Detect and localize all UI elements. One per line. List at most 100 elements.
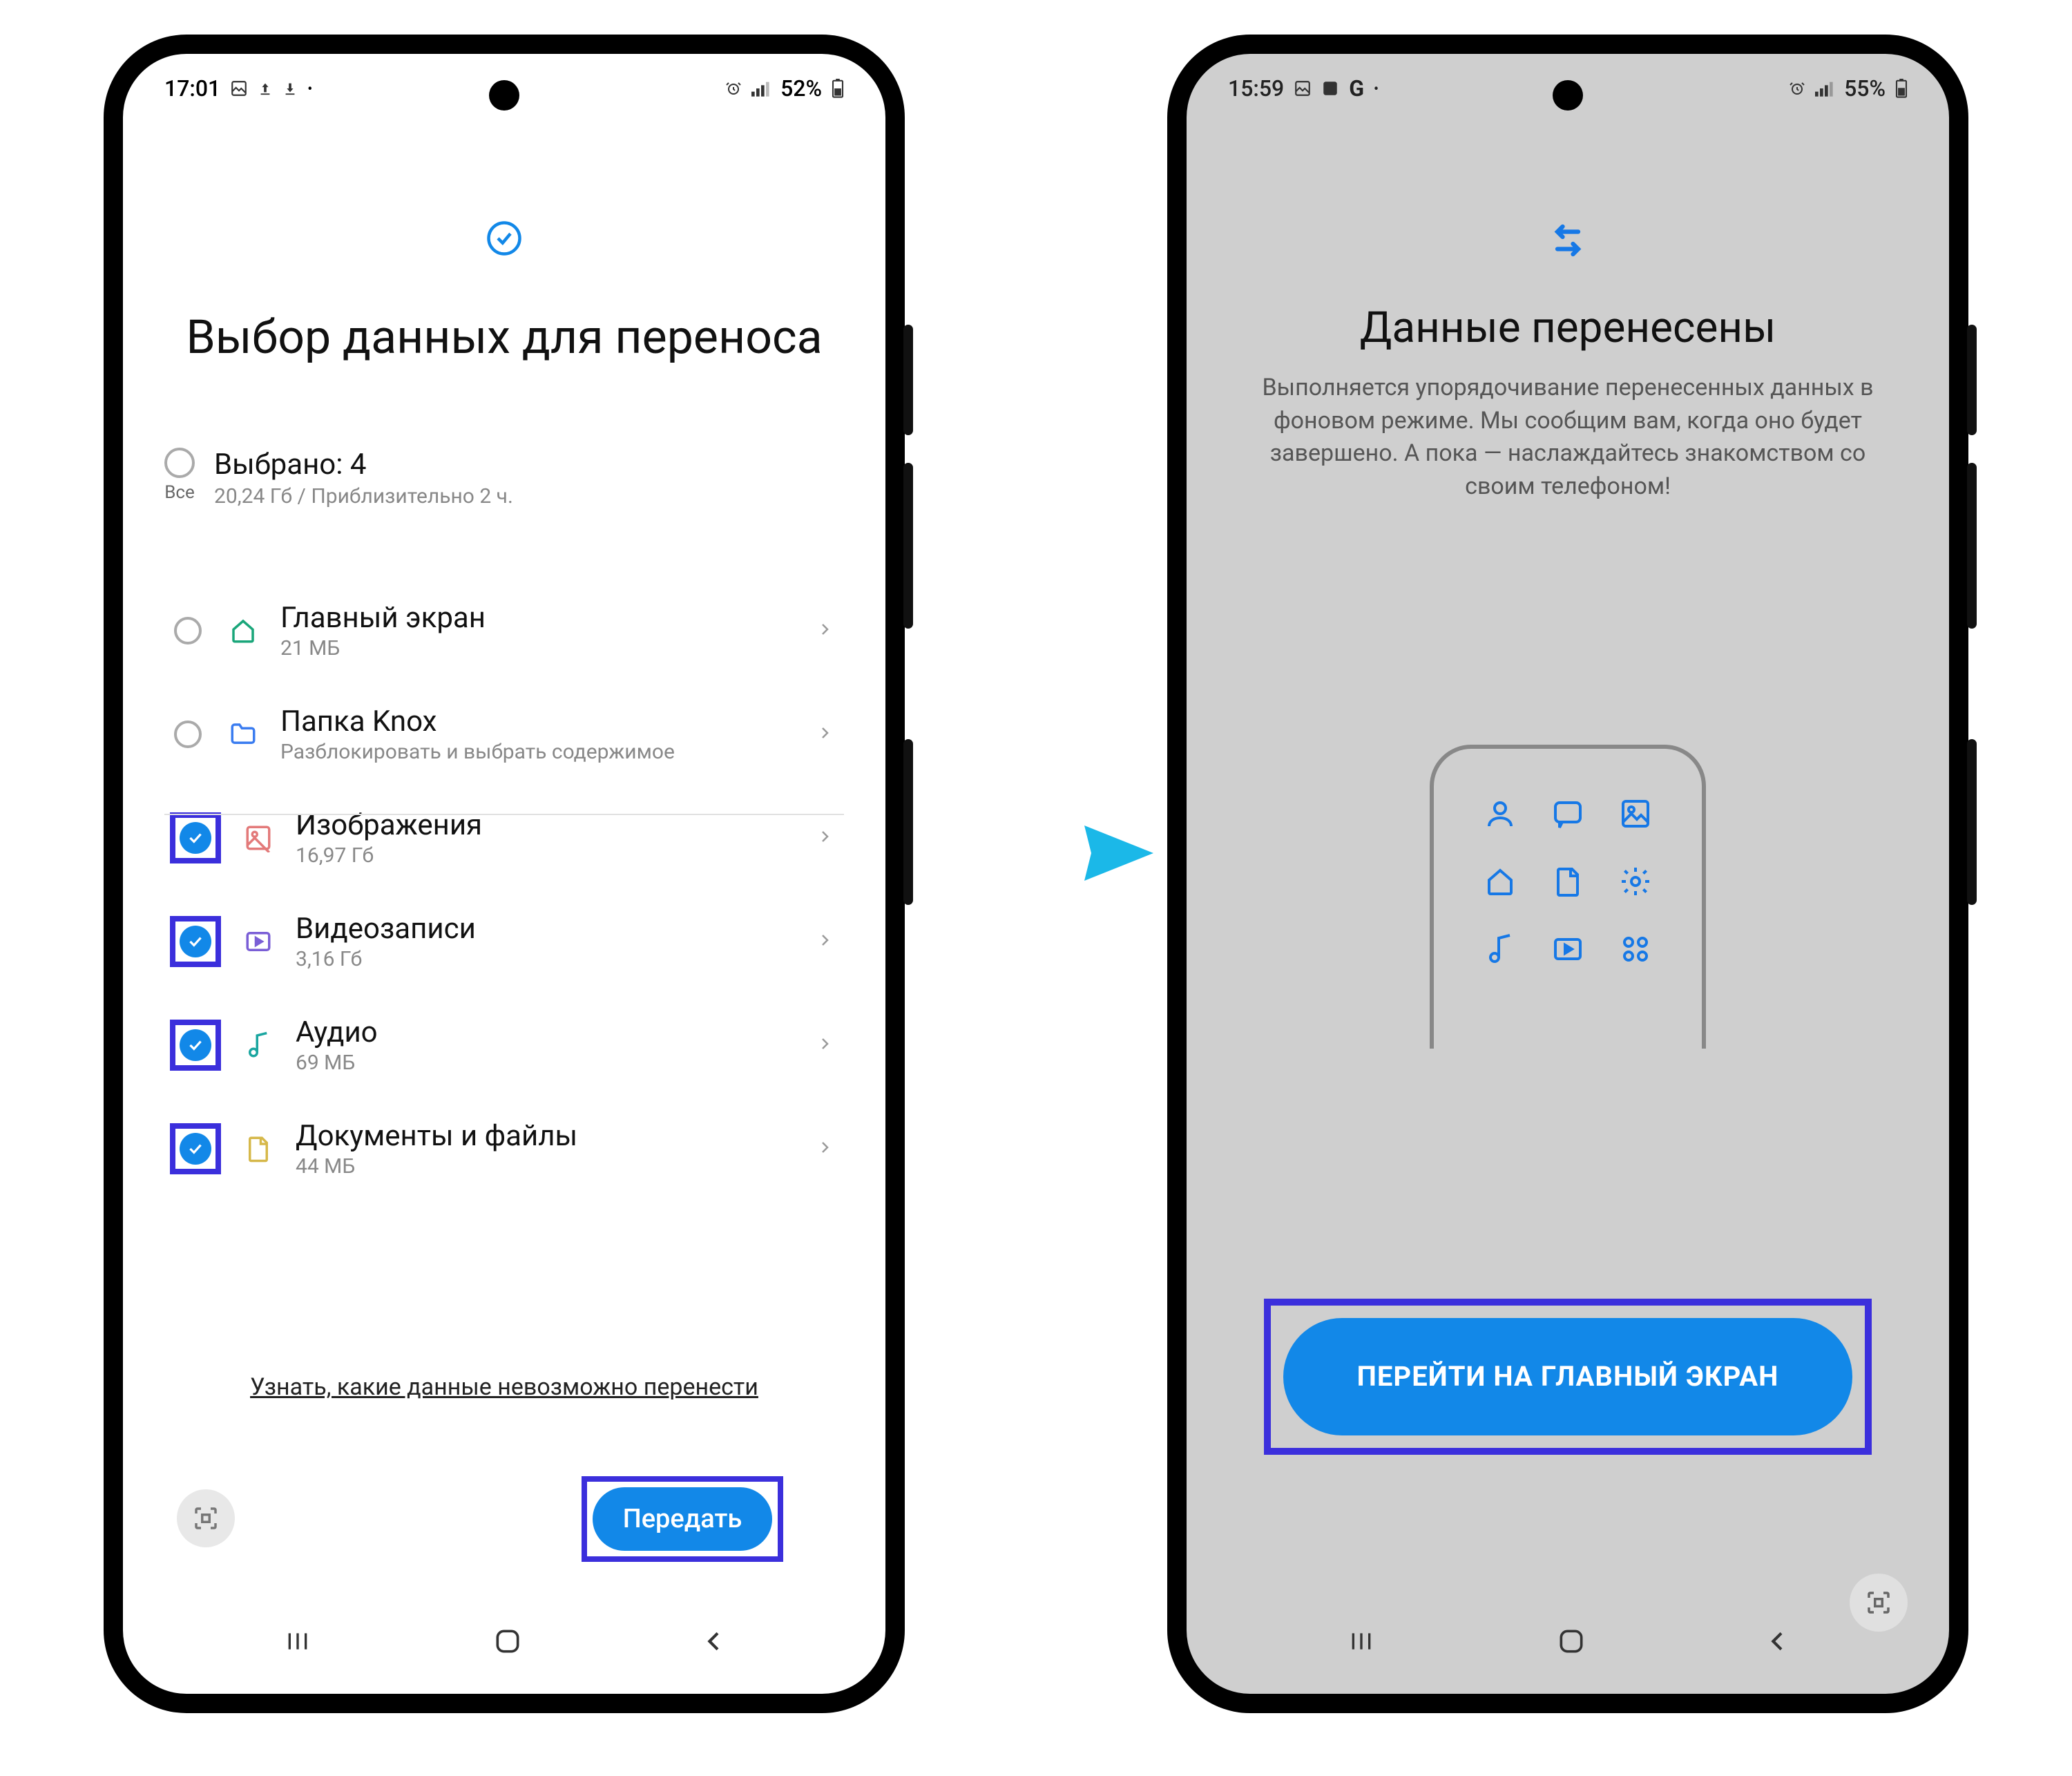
ill-home-icon bbox=[1473, 854, 1528, 909]
row-sublabel: 16,97 Гб bbox=[296, 843, 796, 868]
nav-bar bbox=[1187, 1614, 1949, 1669]
nav-home-icon[interactable] bbox=[492, 1626, 523, 1656]
radio-unchecked-icon bbox=[164, 448, 195, 478]
chevron-right-icon bbox=[816, 725, 838, 744]
ill-video-icon bbox=[1540, 922, 1595, 977]
transfer-button[interactable]: Передать bbox=[593, 1487, 772, 1551]
status-g-icon: G bbox=[1349, 75, 1364, 102]
nav-bar bbox=[123, 1614, 885, 1669]
nav-home-icon[interactable] bbox=[1556, 1626, 1586, 1656]
nav-back-icon[interactable] bbox=[1764, 1627, 1792, 1655]
chevron-right-icon bbox=[816, 932, 838, 951]
transfer-icon bbox=[1547, 220, 1589, 264]
go-home-button[interactable]: ПЕРЕЙТИ НА ГЛАВНЫЙ ЭКРАН bbox=[1283, 1318, 1852, 1435]
chevron-right-icon bbox=[816, 828, 838, 848]
phone-side-button bbox=[903, 463, 913, 629]
doc-icon bbox=[242, 1134, 275, 1163]
arrow-icon bbox=[905, 801, 1160, 908]
status-alarm-icon bbox=[1789, 80, 1805, 97]
phone-side-button bbox=[1967, 325, 1977, 435]
phone-illustration bbox=[1430, 745, 1706, 1049]
chevron-right-icon bbox=[816, 1035, 838, 1055]
cannot-transfer-link[interactable]: Узнать, какие данные невозможно перенест… bbox=[123, 1373, 885, 1401]
status-signal-icon bbox=[751, 80, 771, 97]
page-title: Выбор данных для переноса bbox=[123, 309, 885, 365]
row-label: Документы и файлы bbox=[296, 1119, 796, 1153]
data-row[interactable]: Видеозаписи3,16 Гб bbox=[164, 890, 844, 993]
row-sublabel: 69 МБ bbox=[296, 1051, 796, 1075]
row-sublabel: Разблокировать и выбрать содержимое bbox=[280, 740, 796, 764]
video-icon bbox=[242, 927, 275, 956]
status-upload-icon bbox=[258, 79, 273, 97]
camera-notch bbox=[489, 80, 519, 111]
row-label: Главный экран bbox=[280, 601, 796, 635]
row-label: Видеозаписи bbox=[296, 912, 796, 946]
page-subtitle: Выполняется упорядочивание перенесенных … bbox=[1242, 372, 1894, 503]
ill-audio-icon bbox=[1473, 922, 1528, 977]
checkbox-unchecked-icon[interactable] bbox=[174, 720, 202, 748]
checkbox-checked-icon[interactable] bbox=[180, 926, 211, 957]
select-all-radio[interactable]: Все bbox=[164, 448, 195, 503]
canvas: 17:01 • 52% Выбор данных для переноса bbox=[0, 0, 2072, 1776]
image-icon bbox=[242, 823, 275, 852]
header-check-icon bbox=[486, 220, 523, 260]
highlight-box bbox=[170, 916, 221, 967]
row-sublabel: 44 МБ bbox=[296, 1154, 796, 1178]
chevron-right-icon bbox=[816, 1139, 838, 1158]
status-battery-icon bbox=[1895, 79, 1908, 98]
ill-message-icon bbox=[1540, 786, 1595, 841]
status-alarm-icon bbox=[725, 80, 742, 97]
checkbox-checked-icon[interactable] bbox=[180, 1029, 211, 1061]
row-sublabel: 3,16 Гб bbox=[296, 947, 796, 971]
ill-settings-icon bbox=[1608, 854, 1663, 909]
status-image-icon bbox=[230, 79, 248, 97]
screen-left: 17:01 • 52% Выбор данных для переноса bbox=[123, 54, 885, 1694]
selected-detail: 20,24 Гб / Приблизительно 2 ч. bbox=[214, 484, 513, 508]
select-all-label: Все bbox=[164, 482, 195, 503]
data-row[interactable]: Документы и файлы44 МБ bbox=[164, 1097, 844, 1201]
phone-right: 15:59 G • 55% Данные перенесены Выполняе… bbox=[1167, 35, 1968, 1713]
ill-apps-icon bbox=[1608, 922, 1663, 977]
status-dot: • bbox=[307, 80, 312, 97]
highlight-box bbox=[170, 1020, 221, 1071]
home-icon bbox=[227, 616, 260, 645]
screenshot-button[interactable] bbox=[177, 1489, 235, 1547]
status-signal-icon bbox=[1815, 80, 1834, 97]
data-row[interactable]: Главный экран21 МБ bbox=[164, 579, 844, 682]
status-download-icon bbox=[282, 79, 298, 97]
page-title: Данные перенесены bbox=[1187, 303, 1949, 353]
status-battery-pct: 52% bbox=[780, 75, 822, 102]
viewfinder-icon bbox=[1864, 1588, 1893, 1617]
status-time: 15:59 bbox=[1228, 75, 1284, 102]
data-row[interactable]: Изображения16,97 Гб bbox=[164, 786, 844, 890]
nav-recents-icon[interactable] bbox=[1344, 1627, 1379, 1655]
nav-recents-icon[interactable] bbox=[280, 1627, 315, 1655]
ill-contact-icon bbox=[1473, 786, 1528, 841]
chevron-right-icon bbox=[816, 621, 838, 640]
phone-left: 17:01 • 52% Выбор данных для переноса bbox=[104, 35, 905, 1713]
highlight-box bbox=[170, 1123, 221, 1174]
data-row[interactable]: Папка KnoxРазблокировать и выбрать содер… bbox=[164, 682, 844, 786]
checkbox-unchecked-icon[interactable] bbox=[174, 617, 202, 644]
ill-doc-icon bbox=[1540, 854, 1595, 909]
phone-side-button bbox=[1967, 463, 1977, 629]
viewfinder-icon bbox=[191, 1504, 220, 1533]
selected-count: Выбрано: 4 bbox=[214, 448, 513, 481]
row-sublabel: 21 МБ bbox=[280, 636, 796, 660]
ill-image-icon bbox=[1608, 786, 1663, 841]
data-rows: Главный экран21 МБПапка KnoxРазблокирова… bbox=[164, 579, 844, 1201]
screen-right: 15:59 G • 55% Данные перенесены Выполняе… bbox=[1187, 54, 1949, 1694]
checkbox-checked-icon[interactable] bbox=[180, 822, 211, 854]
status-dot: • bbox=[1374, 80, 1379, 97]
divider bbox=[164, 814, 844, 815]
status-app-icon bbox=[1321, 79, 1339, 97]
selection-summary[interactable]: Все Выбрано: 4 20,24 Гб / Приблизительно… bbox=[164, 448, 844, 508]
phone-side-button bbox=[1967, 739, 1977, 905]
nav-back-icon[interactable] bbox=[700, 1627, 728, 1655]
checkbox-checked-icon[interactable] bbox=[180, 1133, 211, 1165]
row-label: Папка Knox bbox=[280, 705, 796, 738]
highlight-box bbox=[170, 812, 221, 863]
status-battery-pct: 55% bbox=[1844, 75, 1886, 102]
status-battery-icon bbox=[832, 79, 844, 98]
data-row[interactable]: Аудио69 МБ bbox=[164, 993, 844, 1097]
